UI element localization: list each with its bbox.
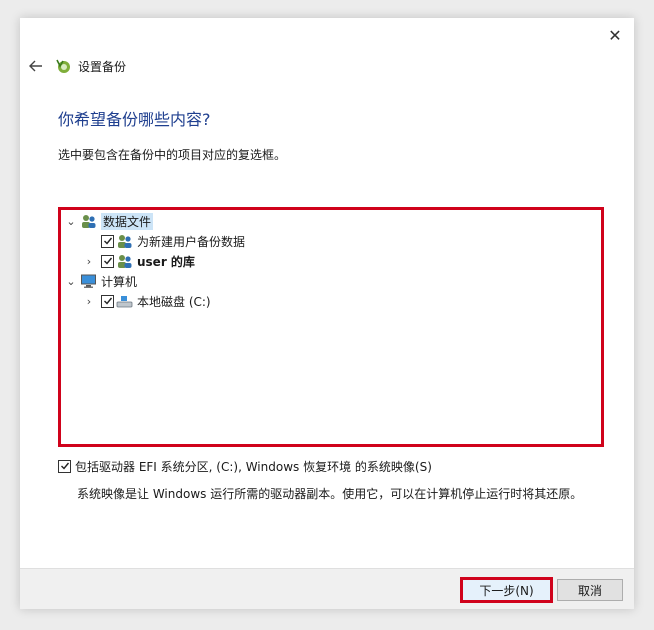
checkbox[interactable] — [101, 254, 114, 268]
users-icon — [118, 255, 132, 268]
chevron-down-icon[interactable]: ⌄ — [65, 215, 77, 228]
back-arrow-icon — [29, 60, 42, 72]
back-button[interactable] — [26, 58, 46, 74]
next-button[interactable]: 下一步(N) — [460, 577, 553, 603]
close-icon: ✕ — [608, 25, 622, 45]
tree-item-computer[interactable]: ⌄ 计算机 — [65, 272, 137, 290]
computer-icon — [81, 274, 96, 288]
checkbox[interactable] — [101, 234, 114, 248]
system-image-option[interactable]: 包括驱动器 EFI 系统分区, (C:), Windows 恢复环境 的系统映像… — [58, 457, 432, 475]
instruction-text: 选中要包含在备份中的项目对应的复选框。 — [58, 148, 287, 162]
chevron-right-icon[interactable]: › — [83, 295, 95, 308]
backup-icon — [56, 59, 70, 73]
cancel-button[interactable]: 取消 — [557, 579, 623, 601]
users-icon — [82, 215, 96, 228]
tree-item-new-users[interactable]: 为新建用户备份数据 — [101, 232, 245, 250]
checkmark-icon — [103, 257, 112, 265]
tree-item-data-files[interactable]: ⌄ 数据文件 — [65, 212, 154, 230]
checkbox[interactable] — [101, 294, 114, 308]
backup-items-tree[interactable]: ⌄ 数据文件 为新建用户备份数据 › user 的库 ⌄ 计算机 › 本地磁盘 … — [58, 207, 604, 447]
drive-icon — [116, 296, 133, 308]
system-image-checkbox[interactable] — [58, 459, 71, 473]
footer-bar: 下一步(N) 取消 — [20, 568, 634, 609]
tree-item-label: 计算机 — [101, 274, 138, 289]
page-heading: 你希望备份哪些内容? — [58, 110, 211, 129]
tree-item-local-disk[interactable]: › 本地磁盘 (C:) — [83, 292, 211, 310]
tree-item-label: 本地磁盘 (C:) — [137, 294, 211, 309]
backup-wizard-window: ✕ 设置备份 你希望备份哪些内容? 选中要包含在备份中的项目对应的复选框。 ⌄ … — [20, 18, 634, 609]
chevron-down-icon[interactable]: ⌄ — [65, 275, 77, 288]
title-bar: 设置备份 — [26, 56, 126, 76]
tree-item-label: 数据文件 — [101, 212, 154, 230]
checkmark-icon — [60, 462, 69, 470]
tree-item-user-library[interactable]: › user 的库 — [83, 252, 195, 270]
tree-item-label: 为新建用户备份数据 — [137, 234, 246, 249]
system-image-note: 系统映像是让 Windows 运行所需的驱动器副本。使用它，可以在计算机停止运行… — [77, 487, 583, 501]
checkmark-icon — [103, 237, 112, 245]
users-icon — [118, 235, 132, 248]
chevron-right-icon[interactable]: › — [83, 255, 95, 268]
window-title: 设置备份 — [78, 59, 127, 74]
close-button[interactable]: ✕ — [602, 24, 628, 46]
tree-item-label: user 的库 — [137, 254, 195, 269]
checkmark-icon — [103, 297, 112, 305]
system-image-label: 包括驱动器 EFI 系统分区, (C:), Windows 恢复环境 的系统映像… — [75, 459, 432, 474]
